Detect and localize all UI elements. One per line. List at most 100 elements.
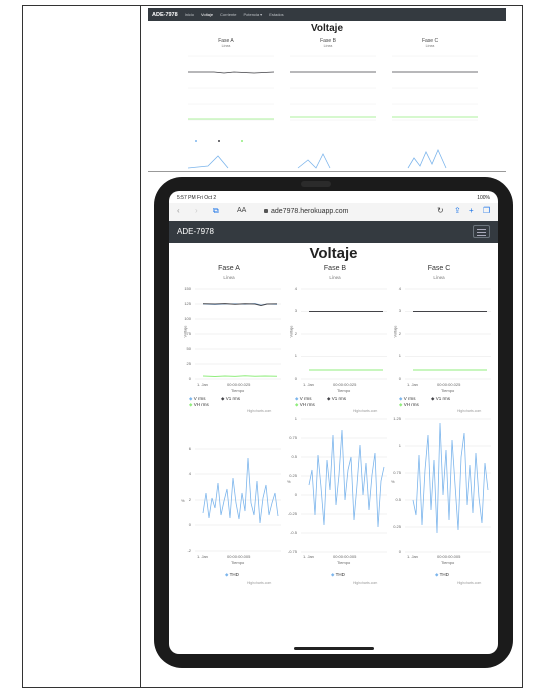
x-tick: 1. Jan (303, 382, 314, 387)
legend-item-thd[interactable]: ◆ THD (435, 572, 449, 578)
y-axis-label: % (287, 479, 291, 484)
forward-icon[interactable]: › (195, 206, 198, 215)
y-tick: -0.75 (287, 549, 297, 554)
thd-chart-plot (195, 448, 281, 552)
address-bar[interactable]: ade7978.herokuapp.com (264, 206, 434, 217)
y-tick: 0 (294, 492, 297, 497)
line-chart-plot (195, 288, 281, 380)
y-tick: 0 (188, 376, 191, 381)
y-tick: 0.25 (289, 473, 297, 478)
thd-chart-plot (405, 418, 491, 553)
x-tick: 1. Jan (303, 554, 314, 559)
phase-title: Fase C (427, 265, 451, 272)
top-nav-item-corriente[interactable]: Corriente (220, 12, 236, 17)
y-tick: 50 (186, 346, 191, 351)
book-icon[interactable]: ⧉ (213, 206, 219, 216)
top-nav-item-estados[interactable]: Estados (269, 12, 283, 17)
y-tick: 6 (188, 446, 191, 451)
y-tick: 1.25 (393, 416, 401, 421)
y-tick: 0.75 (289, 435, 297, 440)
desktop-screenshot: ADE-7978 Inicio Voltaje Corriente Potenc… (148, 8, 506, 176)
share-icon[interactable]: ⇪ (454, 206, 461, 215)
top-chart-c-plot (392, 55, 478, 121)
highcharts-credit[interactable]: Highcharts.com (353, 409, 377, 413)
y-tick: 150 (184, 286, 191, 291)
y-tick: 0.5 (291, 454, 297, 459)
x-axis-label: Tiempo (337, 560, 351, 565)
y-tick: 0 (398, 376, 401, 381)
y-axis-label: % (391, 479, 395, 484)
y-tick: 0.75 (393, 470, 401, 475)
x-tick: 00:00:00.005 (333, 554, 357, 559)
y-tick: 0 (188, 522, 191, 527)
browser-toolbar: ‹ › ⧉ AA ade7978.herokuapp.com ↻ ⇪ + ❐ (169, 203, 498, 222)
y-tick: 4 (188, 471, 191, 476)
y-axis-label: Voltaje (288, 325, 294, 338)
top-chart-fase-b: Fase B Línea (276, 38, 380, 151)
y-tick: 0.25 (393, 524, 401, 529)
y-tick: 3 (294, 308, 297, 313)
reload-icon[interactable]: ↻ (437, 206, 444, 215)
highcharts-credit[interactable]: Highcharts.com (457, 581, 481, 585)
top-brand[interactable]: ADE-7978 (152, 12, 178, 18)
top-separator (148, 171, 506, 172)
highcharts-credit[interactable]: Highcharts.com (353, 581, 377, 585)
legend-item-vh-rms[interactable]: ◆ VH rms (295, 402, 315, 408)
series-thd (308, 429, 385, 528)
app-brand[interactable]: ADE-7978 (177, 227, 214, 236)
tabs-icon[interactable]: ❐ (483, 206, 490, 215)
y-axis-label: Voltaje (182, 325, 188, 338)
x-axis-label: Tiempo (337, 388, 351, 393)
highcharts-credit[interactable]: Highcharts.com (247, 409, 271, 413)
hamburger-menu-icon[interactable] (473, 225, 490, 238)
x-axis-label: Tiempo (231, 388, 245, 393)
legend-item-vh-rms[interactable]: ◆ VH rms (189, 402, 209, 408)
phase-subtitle: Línea (223, 275, 235, 280)
highcharts-credit[interactable]: Highcharts.com (247, 581, 271, 585)
legend-item-v1-rms[interactable]: ◆ V1 rms (327, 396, 346, 402)
x-tick: 1. Jan (197, 554, 208, 559)
y-tick: 0 (398, 549, 401, 554)
lock-icon (264, 209, 268, 213)
home-indicator[interactable] (294, 647, 374, 650)
new-tab-icon[interactable]: + (469, 206, 474, 215)
ipad-device: 5:57 PM Fri Oct 2 100% ‹ › ⧉ AA ade7978.… (154, 177, 513, 668)
series-thd (412, 422, 489, 534)
top-nav-item-voltaje[interactable]: Voltaje (201, 12, 213, 17)
line-chart-plot (405, 288, 491, 380)
legend-item-v1-rms[interactable]: ◆ V1 rms (221, 396, 240, 402)
top-chart-b-plot (290, 55, 376, 121)
text-size-button[interactable]: AA (237, 207, 246, 214)
back-icon[interactable]: ‹ (177, 206, 180, 215)
url-text: ade7978.herokuapp.com (271, 208, 349, 215)
y-tick: 1 (294, 353, 297, 358)
legend-item-vh-rms[interactable]: ◆ VH rms (399, 402, 419, 408)
phase-title: Fase B (323, 265, 347, 272)
ipad-screen: 5:57 PM Fri Oct 2 100% ‹ › ⧉ AA ade7978.… (169, 191, 498, 654)
y-tick: -2 (187, 548, 191, 553)
x-tick: 1. Jan (197, 382, 208, 387)
y-tick: 25 (186, 361, 191, 366)
top-nav-item-potencia[interactable]: Potencia ▾ (244, 12, 263, 17)
legend-item-v1-rms[interactable]: ◆ V1 rms (431, 396, 450, 402)
highcharts-credit[interactable]: Highcharts.com (457, 409, 481, 413)
x-tick: 00:00:00.005 (227, 554, 251, 559)
app-navbar: ADE-7978 (169, 221, 498, 243)
status-bar: 5:57 PM Fri Oct 2 100% (169, 191, 498, 203)
top-nav-item-inicio[interactable]: Inicio (185, 12, 194, 17)
y-tick: 4 (398, 286, 401, 291)
series-thd (202, 457, 279, 524)
legend-item-thd[interactable]: ◆ THD (225, 572, 239, 578)
y-tick: -0.5 (290, 530, 297, 535)
top-chart-a-plot (188, 55, 275, 142)
camera-icon (301, 181, 331, 187)
x-tick: 00:00:00.025 (437, 382, 461, 387)
thd-chart-plot (301, 418, 387, 553)
x-axis-label: Tiempo (231, 560, 245, 565)
top-chart-fase-c: Fase C Línea (378, 38, 482, 151)
legend-item-thd[interactable]: ◆ THD (331, 572, 345, 578)
y-tick: 1 (398, 353, 401, 358)
top-navbar: ADE-7978 Inicio Voltaje Corriente Potenc… (148, 8, 506, 21)
phase-title: Fase A (218, 265, 240, 272)
x-tick: 00:00:00.005 (437, 554, 461, 559)
